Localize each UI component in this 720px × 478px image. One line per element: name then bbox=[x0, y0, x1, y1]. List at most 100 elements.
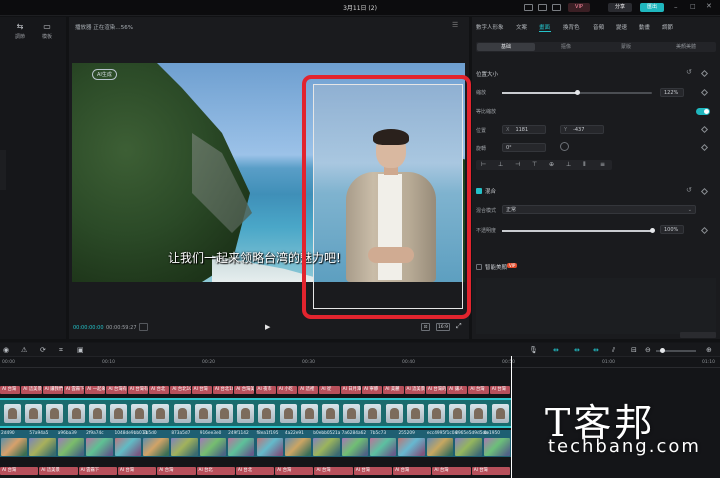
fit-icon[interactable]: ⊡ bbox=[421, 323, 430, 331]
caption-clip[interactable]: AI 台灣 bbox=[489, 386, 510, 394]
zoom-knob[interactable] bbox=[660, 348, 665, 353]
caption-clip[interactable]: AI 台灣 bbox=[393, 467, 432, 475]
align-left-icon[interactable]: ⊢ bbox=[481, 161, 486, 168]
blend-mode-select[interactable]: 正常 ⌄ bbox=[502, 205, 696, 214]
align-center-h-icon[interactable]: ⊥ bbox=[498, 161, 503, 168]
caption-clip[interactable]: AI 台灣的魅力 bbox=[425, 386, 447, 394]
caption-clip[interactable]: AI 台灣 bbox=[157, 467, 196, 475]
subtab-mask[interactable]: 蒙版 bbox=[597, 43, 655, 51]
caption-clip[interactable]: AI 台灣有 bbox=[106, 386, 127, 394]
list-icon[interactable] bbox=[139, 323, 148, 331]
caption-clip[interactable]: AI 台灣 bbox=[471, 467, 510, 475]
video-clip-thumbnail[interactable] bbox=[398, 438, 425, 456]
loop-icon[interactable]: ⟳ bbox=[40, 346, 46, 354]
crop-icon[interactable]: ⌗ bbox=[59, 346, 63, 355]
caption-clip[interactable]: AI 雲霧下 bbox=[63, 386, 85, 394]
caption-clip[interactable]: AI 讓我們 bbox=[42, 386, 63, 394]
caption-clip[interactable]: AI 台灣有著豐富的 bbox=[127, 386, 149, 394]
caption-clip[interactable]: AI 這美景 bbox=[21, 386, 42, 394]
subtab-cutout[interactable]: 摳像 bbox=[537, 43, 595, 51]
caption-clip[interactable]: AI 台灣 bbox=[314, 467, 353, 475]
caption-clip[interactable]: AI 美麗 bbox=[383, 386, 404, 394]
caption-clip[interactable]: AI 雲霧下 bbox=[78, 467, 117, 475]
subtab-beauty[interactable]: 美顏美體 bbox=[657, 43, 715, 51]
caption-clip[interactable]: AI 台灣 bbox=[468, 386, 489, 394]
video-clip-thumbnail[interactable] bbox=[57, 438, 85, 456]
close-icon[interactable]: ✕ bbox=[706, 2, 712, 10]
tab-digital-human[interactable]: 數字人形象 bbox=[476, 23, 504, 31]
tab-speed[interactable]: 變速 bbox=[616, 23, 627, 31]
caption-clip[interactable]: AI 這裡 bbox=[298, 386, 319, 394]
distribute-v-icon[interactable]: ≡ bbox=[600, 161, 605, 168]
vip-pill[interactable]: VIP bbox=[568, 3, 590, 12]
video-clip-thumbnail[interactable] bbox=[199, 438, 227, 456]
uniform-scale-toggle[interactable] bbox=[696, 108, 710, 115]
fullscreen-icon[interactable]: ⤢ bbox=[456, 322, 462, 331]
opacity-slider[interactable] bbox=[502, 230, 652, 232]
video-clip-thumbnail[interactable] bbox=[86, 438, 113, 456]
blend-checkbox[interactable] bbox=[476, 188, 482, 194]
caption-clip[interactable]: AI 台灣 bbox=[275, 467, 314, 475]
magnet-icon[interactable]: ⇹ bbox=[553, 346, 559, 354]
opacity-field[interactable]: 100% bbox=[660, 225, 684, 234]
template-tool[interactable]: ▭ 模板 bbox=[36, 22, 58, 40]
video-clip-thumbnail[interactable] bbox=[171, 438, 198, 456]
caption-clip[interactable]: AI 台灣美食 bbox=[234, 386, 255, 394]
caption-clip[interactable]: AI 台北 bbox=[235, 467, 275, 475]
caption-clip[interactable]: AI 一起來 bbox=[85, 386, 106, 394]
tab-script[interactable]: 文案 bbox=[516, 23, 527, 31]
position-x-field[interactable]: X 1181 bbox=[502, 125, 546, 134]
tab-audio[interactable]: 音頻 bbox=[593, 23, 604, 31]
adjust-tool[interactable]: ⇆ 調節 bbox=[9, 22, 31, 40]
caption-clip[interactable]: AI 這美景 bbox=[404, 386, 425, 394]
video-clip-thumbnail[interactable] bbox=[114, 438, 141, 456]
warning-icon[interactable]: ⚠ bbox=[21, 346, 27, 354]
caption-clip[interactable]: AI 寧靜 bbox=[361, 386, 383, 394]
apply-all-button[interactable] bbox=[680, 332, 716, 338]
video-clip-thumbnail[interactable] bbox=[426, 438, 454, 456]
caption-clip[interactable]: AI 台北101大樓 bbox=[212, 386, 234, 394]
scale-slider-knob[interactable] bbox=[574, 90, 580, 95]
caption-clip[interactable]: AI 台灣 bbox=[432, 467, 471, 475]
panel-icon[interactable] bbox=[538, 4, 547, 11]
video-clip-thumbnail[interactable] bbox=[228, 438, 255, 456]
caption-clip[interactable]: AI 台灣 bbox=[0, 467, 39, 475]
caption-clip[interactable]: AI 台灣 bbox=[191, 386, 212, 394]
zoom-in-icon[interactable]: ⊕ bbox=[706, 346, 712, 354]
opacity-slider-knob[interactable] bbox=[649, 228, 655, 233]
share-button[interactable]: 分享 bbox=[608, 3, 632, 12]
caption-clip[interactable]: AI 台灣 bbox=[117, 467, 157, 475]
mic-icon[interactable]: 🎙 bbox=[529, 346, 538, 354]
menu-icon[interactable]: ☰ bbox=[452, 21, 458, 29]
playhead[interactable] bbox=[511, 356, 512, 478]
tab-adjust[interactable]: 調節 bbox=[662, 23, 673, 31]
tab-background[interactable]: 換背色 bbox=[563, 23, 580, 31]
caption-clip[interactable]: AI 台北 bbox=[149, 386, 170, 394]
reset-icon[interactable]: ↺ bbox=[686, 68, 692, 76]
align-bottom-icon[interactable]: ⊥ bbox=[566, 161, 571, 168]
tab-animation[interactable]: 動畫 bbox=[639, 23, 650, 31]
video-clip-thumbnail[interactable] bbox=[313, 438, 340, 456]
maximize-icon[interactable]: □ bbox=[690, 3, 696, 10]
caption-clip[interactable]: AI 台北101 bbox=[170, 386, 191, 394]
left-collapse-handle[interactable] bbox=[0, 150, 6, 190]
blend-reset-icon[interactable]: ↺ bbox=[686, 186, 692, 194]
ratio-button[interactable]: 16:9 bbox=[436, 323, 450, 331]
link-icon[interactable]: ⇹ bbox=[574, 346, 580, 354]
subtab-basic[interactable]: 基础 bbox=[477, 43, 535, 51]
preview-axis-icon[interactable]: ⇹ bbox=[593, 346, 599, 354]
caption-clip[interactable]: AI 日月潭 bbox=[340, 386, 361, 394]
rotate-field[interactable]: 0° bbox=[502, 143, 546, 152]
video-clip-thumbnail[interactable] bbox=[256, 438, 283, 456]
align-middle-icon[interactable]: ⊕ bbox=[549, 161, 554, 168]
align-top-icon[interactable]: ⊤ bbox=[532, 161, 537, 168]
minimize-icon[interactable]: – bbox=[674, 3, 678, 11]
video-clip-thumbnail[interactable] bbox=[284, 438, 312, 456]
caption-clip[interactable]: AI 讓人 bbox=[447, 386, 468, 394]
scale-field[interactable]: 122% bbox=[660, 88, 684, 97]
caption-clip[interactable]: AI 從 bbox=[319, 386, 340, 394]
video-clip-thumbnail[interactable] bbox=[483, 438, 510, 456]
play-button[interactable]: ▶ bbox=[265, 323, 270, 331]
align-right-icon[interactable]: ⊣ bbox=[515, 161, 520, 168]
zoom-out-icon[interactable]: ⊖ bbox=[645, 346, 651, 354]
